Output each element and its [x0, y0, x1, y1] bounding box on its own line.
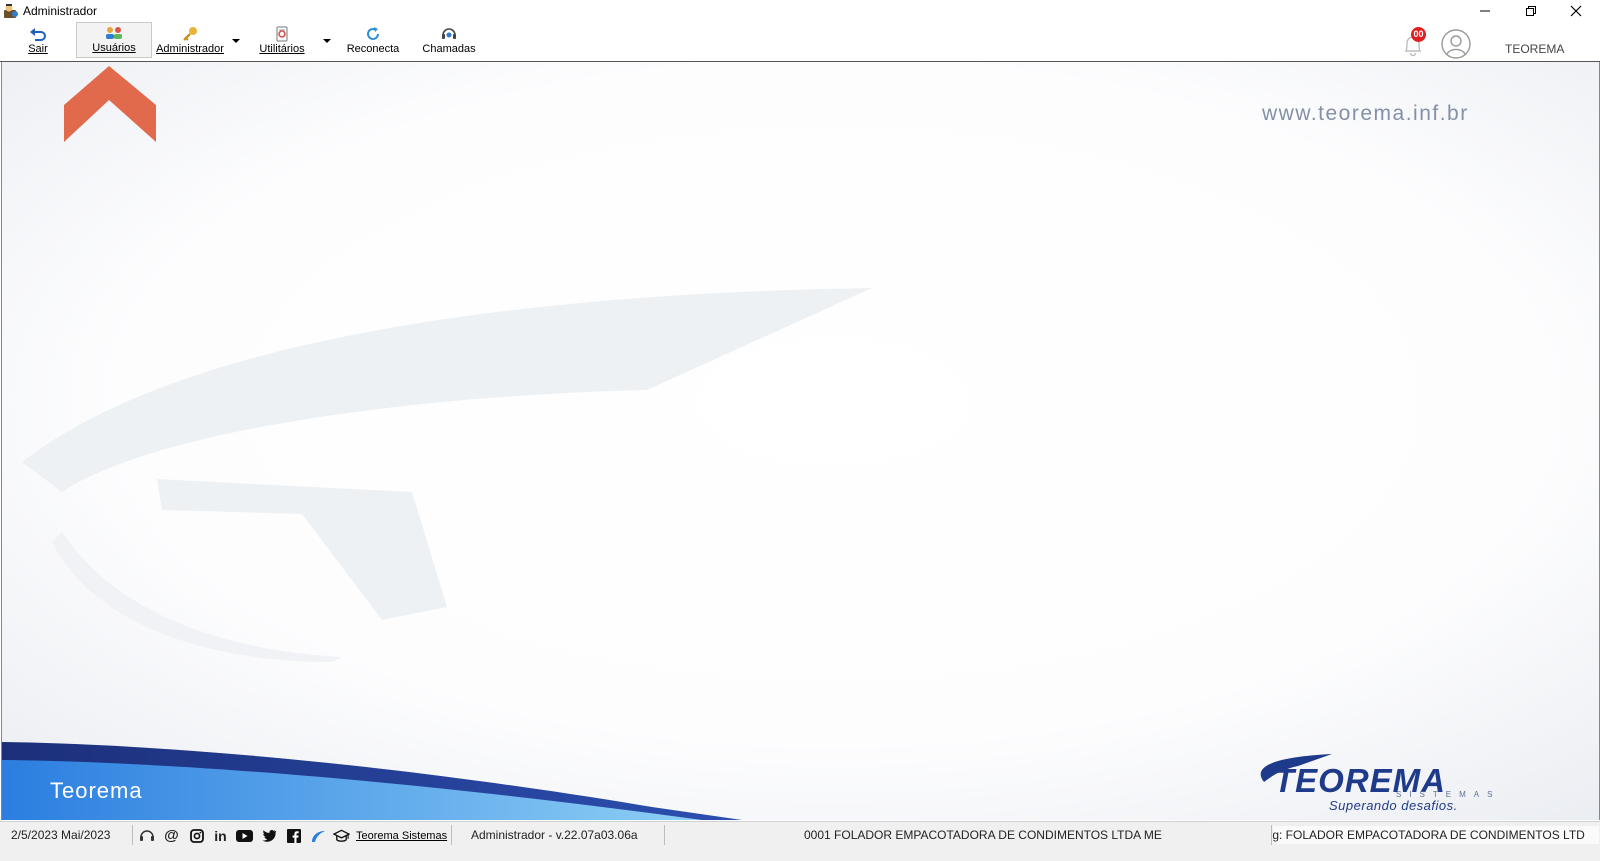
notifications-button[interactable]: 00 — [1398, 27, 1428, 59]
title-bar: Administrador — [0, 0, 1600, 22]
website-text: www.teorema.inf.br — [1262, 102, 1469, 125]
support-calls-button[interactable]: Chamadas — [422, 24, 476, 59]
utilities-button[interactable]: Utilitários — [259, 24, 305, 59]
status-bar: 2/5/2023 Mai/2023 @ in Teorema Sistemas … — [0, 821, 1600, 861]
email-icon[interactable]: @ — [163, 827, 180, 844]
exit-icon — [29, 25, 47, 42]
user-name: TEOREMA — [1505, 42, 1565, 56]
exit-label: Sair — [28, 43, 48, 55]
scrolling-company-ticker: :g: FOLADOR EMPACOTADORA DE CONDIMENTOS … — [1273, 826, 1599, 844]
key-icon — [182, 25, 198, 42]
support-icon[interactable] — [138, 827, 155, 844]
exit-button[interactable]: Sair — [22, 24, 54, 59]
reconnect-button[interactable]: Reconecta — [344, 24, 402, 59]
window-title: Administrador — [23, 4, 98, 18]
twitter-icon[interactable] — [261, 827, 278, 844]
users-label: Usuários — [92, 42, 136, 54]
main-workspace: www.teorema.inf.br Teorema TEOREMA SISTE… — [1, 62, 1600, 820]
utilities-dropdown-icon[interactable] — [323, 39, 331, 43]
logo-slogan: Superando desafios. — [1329, 798, 1458, 813]
restore-button[interactable] — [1509, 0, 1553, 22]
user-avatar-icon[interactable] — [1440, 28, 1472, 65]
main-toolbar: Sair Usuários Administrador Utilitários … — [0, 22, 1600, 62]
app-icon — [3, 3, 19, 24]
users-icon — [104, 24, 124, 41]
background-wallpaper — [2, 62, 1599, 820]
bell-icon — [1398, 36, 1428, 63]
support-calls-icon — [440, 25, 458, 42]
utilities-label: Utilitários — [259, 43, 305, 55]
notification-badge: 00 — [1411, 27, 1426, 42]
youtube-icon[interactable] — [236, 827, 253, 844]
status-divider — [1271, 825, 1272, 845]
status-divider — [132, 825, 133, 845]
minimize-button[interactable] — [1463, 0, 1507, 22]
reconnect-icon — [365, 25, 381, 42]
administrator-dropdown-icon[interactable] — [232, 39, 240, 43]
utilities-icon — [274, 25, 290, 42]
scrolling-company-text: :g: FOLADOR EMPACOTADORA DE CONDIMENTOS … — [1273, 828, 1585, 842]
reconnect-label: Reconecta — [346, 43, 400, 55]
users-button[interactable]: Usuários — [76, 22, 152, 58]
bottom-brand-text: Teorema — [50, 778, 143, 803]
close-button[interactable] — [1554, 0, 1598, 22]
facebook-icon[interactable] — [285, 827, 302, 844]
status-version: Administrador - v.22.07a03.06a — [471, 828, 638, 842]
status-date: 2/5/2023 Mai/2023 — [11, 828, 111, 842]
graduation-cap-icon[interactable] — [333, 827, 350, 844]
status-divider — [451, 825, 452, 845]
teorema-logo: TEOREMA SISTEMAS Superando desafios. — [1256, 756, 1556, 816]
instagram-icon[interactable] — [188, 827, 205, 844]
status-divider — [664, 825, 665, 845]
administrator-label: Administrador — [156, 43, 224, 55]
company-website-link[interactable]: Teorema Sistemas — [356, 827, 447, 845]
support-calls-label: Chamadas — [422, 43, 476, 55]
status-company: 0001 FOLADOR EMPACOTADORA DE CONDIMENTOS… — [804, 828, 1162, 842]
administrator-button[interactable]: Administrador — [156, 24, 224, 59]
teorema-swoosh-icon[interactable] — [309, 827, 326, 844]
linkedin-icon[interactable]: in — [212, 827, 229, 844]
